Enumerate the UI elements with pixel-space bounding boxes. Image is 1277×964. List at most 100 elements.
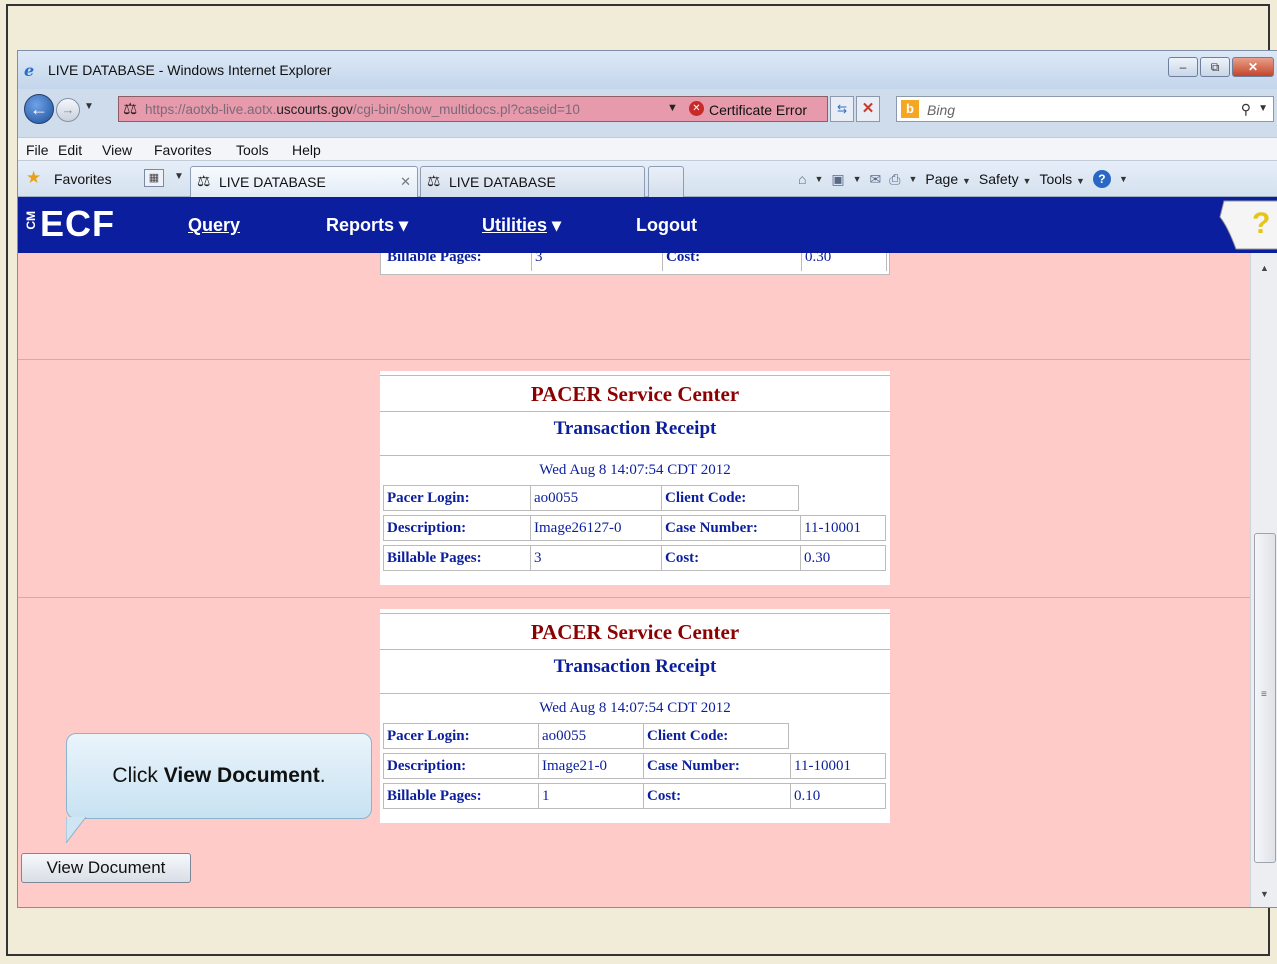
print-icon[interactable]: ⎙ — [889, 171, 900, 188]
billable-pages-label: Billable Pages: — [383, 783, 539, 809]
browser-window: e LIVE DATABASE - Windows Internet Explo… — [17, 50, 1277, 908]
pacer-login-label: Pacer Login: — [383, 485, 531, 511]
feeds-dropdown-icon[interactable]: ▼ — [853, 174, 862, 184]
utilities-menu[interactable]: Utilities ▾ — [482, 215, 561, 236]
tools-menu[interactable]: Tools ▼ — [1039, 171, 1085, 187]
address-url[interactable]: https://aotxb-live.aotx.uscourts.gov/cgi… — [145, 102, 665, 117]
favorites-star-icon[interactable]: ★ — [26, 168, 41, 188]
help-icon[interactable]: ? — [1092, 170, 1111, 188]
menu-bar: File Edit View Favorites Tools Help — [18, 137, 1277, 161]
menu-file[interactable]: File — [26, 142, 49, 158]
search-input[interactable]: Bing — [927, 102, 955, 118]
case-number-label: Case Number: — [643, 753, 791, 779]
client-code-label: Client Code: — [643, 723, 789, 749]
description-label: Description: — [383, 753, 539, 779]
receipt-subheader: Transaction Receipt — [380, 411, 890, 455]
logout-link[interactable]: Logout — [636, 215, 697, 236]
case-number-label: Case Number: — [661, 515, 801, 541]
refresh-button[interactable]: ⇆ — [830, 96, 854, 122]
menu-favorites[interactable]: Favorites — [154, 142, 212, 158]
view-document-button[interactable]: View Document — [21, 853, 191, 883]
home-dropdown-icon[interactable]: ▼ — [814, 174, 823, 184]
search-box[interactable]: b Bing ⚲ ▼ — [896, 96, 1274, 122]
tab-live-database-1[interactable]: ⚖ LIVE DATABASE ✕ — [190, 166, 418, 197]
receipt-header: PACER Service Center — [380, 613, 890, 649]
vertical-scrollbar[interactable]: ▲ ≡ ▼ — [1250, 253, 1277, 907]
query-menu[interactable]: Query — [188, 215, 240, 236]
description-value: Image26127-0 — [530, 515, 662, 541]
callout-text: Click View Document. — [112, 764, 326, 787]
title-bar: e LIVE DATABASE - Windows Internet Explo… — [18, 51, 1277, 89]
page-menu[interactable]: Page ▼ — [925, 171, 971, 187]
description-value: Image21-0 — [538, 753, 644, 779]
home-icon[interactable]: ⌂ — [798, 171, 806, 187]
page-content: Billable Pages: 3 Cost: 0.30 PACER Servi… — [18, 253, 1250, 907]
ecf-header: CM ECF Query Reports ▾ Utilities ▾ Logou… — [18, 197, 1277, 253]
pacer-login-value: ao0055 — [530, 485, 662, 511]
mail-icon[interactable]: ✉ — [870, 171, 882, 188]
quick-tabs-icon[interactable]: ▦ — [144, 169, 164, 187]
ie-logo-icon: e — [24, 61, 35, 80]
menu-view[interactable]: View — [102, 142, 132, 158]
window-title: LIVE DATABASE - Windows Internet Explore… — [48, 62, 332, 78]
svg-text:?: ? — [1252, 207, 1270, 240]
close-tab-icon[interactable]: ✕ — [400, 174, 411, 190]
description-label: Description: — [383, 515, 531, 541]
receipt-date: Wed Aug 8 14:07:54 CDT 2012 — [380, 455, 890, 483]
feeds-icon[interactable]: ▣ — [831, 171, 844, 188]
court-scales-icon: ⚖ — [123, 101, 138, 118]
pacer-login-value: ao0055 — [538, 723, 644, 749]
help-dropdown-icon[interactable]: ▼ — [1119, 174, 1128, 184]
cm-logo-prefix: CM — [24, 211, 38, 230]
receipt-subheader: Transaction Receipt — [380, 649, 890, 693]
favorites-button[interactable]: Favorites — [54, 171, 112, 187]
billable-pages-label: Billable Pages: — [383, 545, 531, 571]
new-tab-button[interactable] — [648, 166, 684, 197]
help-page-icon[interactable]: ? — [1214, 197, 1277, 253]
certificate-error-label[interactable]: Certificate Error — [709, 102, 807, 118]
bing-logo-icon: b — [901, 100, 919, 118]
grip-icon: ≡ — [1261, 689, 1267, 700]
cost-value: 0.10 — [790, 783, 886, 809]
partial-receipt: Billable Pages: 3 Cost: 0.30 — [380, 253, 890, 275]
restore-button[interactable]: ⧉ — [1200, 57, 1230, 77]
address-bar[interactable]: ⚖ https://aotxb-live.aotx.uscourts.gov/c… — [118, 96, 828, 122]
scroll-down-arrow-icon[interactable]: ▼ — [1260, 889, 1269, 899]
cost-label: Cost: — [661, 545, 801, 571]
address-row: ← → ▼ ⚖ https://aotxb-live.aotx.uscourts… — [18, 89, 1277, 129]
ecf-logo: ECF — [40, 203, 115, 244]
back-button[interactable]: ← — [24, 94, 54, 124]
billable-pages-value: 1 — [538, 783, 644, 809]
court-scales-icon: ⚖ — [427, 173, 441, 190]
transaction-receipt: PACER Service Center Transaction Receipt… — [380, 371, 890, 585]
menu-edit[interactable]: Edit — [58, 142, 82, 158]
minimize-button[interactable]: – — [1168, 57, 1198, 77]
case-number-value: 11-10001 — [800, 515, 886, 541]
cost-label: Cost: — [643, 783, 791, 809]
tab-list-dropdown-icon[interactable]: ▼ — [174, 171, 184, 182]
certificate-error-icon[interactable]: ✕ — [689, 101, 704, 116]
command-bar: ⌂ ▼ ▣ ▼ ✉ ⎙ ▼ Page ▼ Safety ▼ Tools ▼ ? … — [798, 170, 1128, 188]
close-button[interactable]: ✕ — [1232, 57, 1274, 77]
safety-menu[interactable]: Safety ▼ — [979, 171, 1032, 187]
search-icon[interactable]: ⚲ — [1241, 101, 1251, 118]
case-number-value: 11-10001 — [790, 753, 886, 779]
court-scales-icon: ⚖ — [197, 173, 211, 190]
search-dropdown-icon[interactable]: ▼ — [1258, 103, 1268, 114]
tab-live-database-2[interactable]: ⚖ LIVE DATABASE — [420, 166, 645, 197]
menu-tools[interactable]: Tools — [236, 142, 269, 158]
pacer-login-label: Pacer Login: — [383, 723, 539, 749]
cost-value: 0.30 — [800, 545, 886, 571]
scrollbar-thumb[interactable]: ≡ — [1254, 533, 1276, 863]
scroll-up-arrow-icon[interactable]: ▲ — [1260, 263, 1269, 273]
menu-help[interactable]: Help — [292, 142, 321, 158]
reports-menu[interactable]: Reports ▾ — [326, 215, 408, 236]
client-code-label: Client Code: — [661, 485, 799, 511]
stop-button[interactable]: ✕ — [856, 96, 880, 122]
history-dropdown-icon[interactable]: ▼ — [84, 101, 94, 112]
address-dropdown-icon[interactable]: ▼ — [667, 102, 678, 114]
print-dropdown-icon[interactable]: ▼ — [908, 174, 917, 184]
instruction-callout: Click View Document. — [66, 733, 372, 819]
callout-pointer — [66, 817, 87, 843]
forward-button[interactable]: → — [56, 98, 80, 122]
